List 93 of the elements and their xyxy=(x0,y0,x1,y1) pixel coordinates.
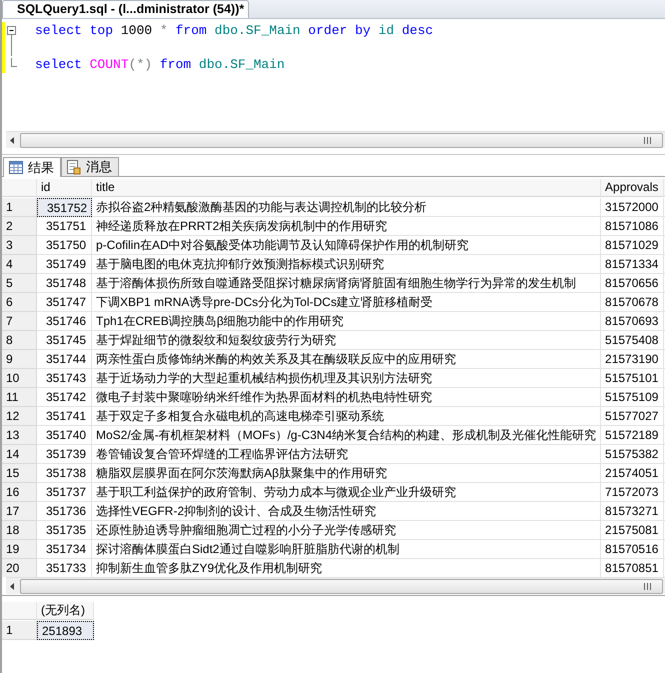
table-cell: 351743 xyxy=(37,369,92,388)
table-cell: 51575109 xyxy=(601,388,664,407)
grip-icon xyxy=(643,582,652,590)
table-cell: 71572073 xyxy=(601,483,664,502)
row-header[interactable]: 15 xyxy=(2,464,37,483)
row-header[interactable]: 1 xyxy=(2,198,37,217)
code-line: select top 1000 * from dbo.SF_Main order by id desc xyxy=(34,22,434,39)
table-cell: 下调XBP1 mRNA诱导pre-DCs分化为Tol-DCs建立肾脏移植耐受 xyxy=(92,293,602,312)
row-header[interactable]: 16 xyxy=(2,483,37,502)
table-cell: 基于职工利益保护的政府管制、劳动力成本与微观企业产业升级研究 xyxy=(92,483,602,502)
row-header[interactable]: 13 xyxy=(2,426,37,445)
table-cell: 351747 xyxy=(37,293,92,312)
fold-end-line xyxy=(11,58,17,67)
row-header[interactable]: 7 xyxy=(2,312,37,331)
row-header[interactable]: 17 xyxy=(2,502,37,521)
table-cell: 351738 xyxy=(37,464,92,483)
table-cell: 21575081 xyxy=(601,521,664,540)
table-cell: 81573271 xyxy=(601,502,664,521)
row-header[interactable]: 6 xyxy=(2,293,37,312)
table-cell: 基于近场动力学的大型起重机械结构损伤机理及其识别方法研究 xyxy=(92,369,602,388)
table-cell: 351735 xyxy=(37,521,92,540)
table-cell: 351752 xyxy=(37,198,92,217)
row-header[interactable]: 8 xyxy=(2,331,37,350)
row-header[interactable]: 9 xyxy=(2,350,37,369)
table-cell: 351745 xyxy=(37,331,92,350)
table-cell: 选择性VEGFR-2抑制剂的设计、合成及生物活性研究 xyxy=(92,502,602,521)
table-cell: 351734 xyxy=(37,540,92,559)
table-cell: 探讨溶酶体膜蛋白Sidt2通过自噬影响肝脏脂肪代谢的机制 xyxy=(92,540,602,559)
table-cell: 81570516 xyxy=(601,540,664,559)
table-cell: MoS2/金属-有机框架材料（MOFs）/g-C3N4纳米复合结构的构建、形成机制及光催化性能研究 xyxy=(92,426,602,445)
table-cell: 糖脂双层膜界面在阿尔茨海默病Aβ肽聚集中的作用研究 xyxy=(92,464,602,483)
document-tab[interactable]: SQLQuery1.sql - (l...dministrator (54))* xyxy=(2,0,250,18)
table-cell: 21574051 xyxy=(601,464,664,483)
row-header[interactable]: 2 xyxy=(2,217,37,236)
table-cell: 赤拟谷盗2种精氨酸激酶基因的功能与表达调控机制的比较分析 xyxy=(92,198,602,217)
column-header[interactable]: Approvals xyxy=(601,179,664,197)
table-cell: 351749 xyxy=(37,255,92,274)
row-header[interactable]: 5 xyxy=(2,274,37,293)
results-tab[interactable]: 结果 xyxy=(3,157,61,177)
row-header[interactable]: 20 xyxy=(2,559,37,577)
row-header[interactable]: 12 xyxy=(2,407,37,426)
table-cell: Tph1在CREB调控胰岛β细胞功能中的作用研究 xyxy=(92,312,602,331)
column-header[interactable]: (无列名) xyxy=(37,602,94,620)
table-cell: 351740 xyxy=(37,426,92,445)
table-cell: 基于焊趾细节的微裂纹和短裂纹疲劳行为研究 xyxy=(92,331,602,350)
table-cell: 351751 xyxy=(37,217,92,236)
row-header[interactable]: 11 xyxy=(2,388,37,407)
table-cell: 81570656 xyxy=(601,274,664,293)
table-cell: 351741 xyxy=(37,407,92,426)
table-cell: 微电子封装中聚噻吩纳米纤维作为热界面材料的机热电特性研究 xyxy=(92,388,602,407)
table-cell: 基于双定子多相复合永磁电机的高速电梯牵引驱动系统 xyxy=(92,407,602,426)
row-header[interactable]: 1 xyxy=(2,621,37,640)
table-cell: 基于脑电图的电休克抗抑郁疗效预测指标模式识别研究 xyxy=(92,255,602,274)
table-cell: 51575382 xyxy=(601,445,664,464)
table-cell: 31572000 xyxy=(601,198,664,217)
row-header[interactable]: 14 xyxy=(2,445,37,464)
code-line: select COUNT(*) from dbo.SF_Main xyxy=(34,56,286,73)
table-cell: 卷管铺设复合管环焊缝的工程临界评估方法研究 xyxy=(92,445,602,464)
table-cell: 51575408 xyxy=(601,331,664,350)
row-header[interactable]: 3 xyxy=(2,236,37,255)
table-cell: 51577027 xyxy=(601,407,664,426)
table-cell: 81570678 xyxy=(601,293,664,312)
table-cell: 81570693 xyxy=(601,312,664,331)
table-cell: 351736 xyxy=(37,502,92,521)
table-cell: 351750 xyxy=(37,236,92,255)
table-cell: 51575101 xyxy=(601,369,664,388)
table-cell: 神经递质释放在PRRT2相关疾病发病机制中的作用研究 xyxy=(92,217,602,236)
table-cell: 351739 xyxy=(37,445,92,464)
row-header[interactable]: 19 xyxy=(2,540,37,559)
table-cell: 81571029 xyxy=(601,236,664,255)
message-icon xyxy=(67,160,81,174)
table-cell: 351737 xyxy=(37,483,92,502)
grip-icon xyxy=(643,136,652,144)
grid-icon xyxy=(9,161,23,174)
table-cell: 51572189 xyxy=(601,426,664,445)
results-tab[interactable]: 消息 xyxy=(61,157,119,176)
row-header[interactable]: 18 xyxy=(2,521,37,540)
table-cell: 两亲性蛋白质修饰纳米酶的构效关系及其在酶级联反应中的应用研究 xyxy=(92,350,602,369)
table-cell: 基于溶酶体损伤所致自噬通路受阻探讨糖尿病肾病肾脏固有细胞生物学行为异常的发生机制 xyxy=(92,274,602,293)
table-cell: 21573190 xyxy=(601,350,664,369)
column-header[interactable]: id xyxy=(37,179,92,197)
table-cell: 351742 xyxy=(37,388,92,407)
table-cell: 351748 xyxy=(37,274,92,293)
row-header[interactable]: 10 xyxy=(2,369,37,388)
table-cell: 81571086 xyxy=(601,217,664,236)
table-cell: 351746 xyxy=(37,312,92,331)
table-cell: 251893 xyxy=(37,621,94,640)
table-cell: 81571334 xyxy=(601,255,664,274)
table-cell: 还原性胁迫诱导肿瘤细胞凋亡过程的小分子光学传感研究 xyxy=(92,521,602,540)
table-cell: p-Cofilin在AD中对谷氨酸受体功能调节及认知障碍保护作用的机制研究 xyxy=(92,236,602,255)
table-cell: 351744 xyxy=(37,350,92,369)
row-header[interactable]: 4 xyxy=(2,255,37,274)
column-header[interactable]: title xyxy=(92,179,602,197)
